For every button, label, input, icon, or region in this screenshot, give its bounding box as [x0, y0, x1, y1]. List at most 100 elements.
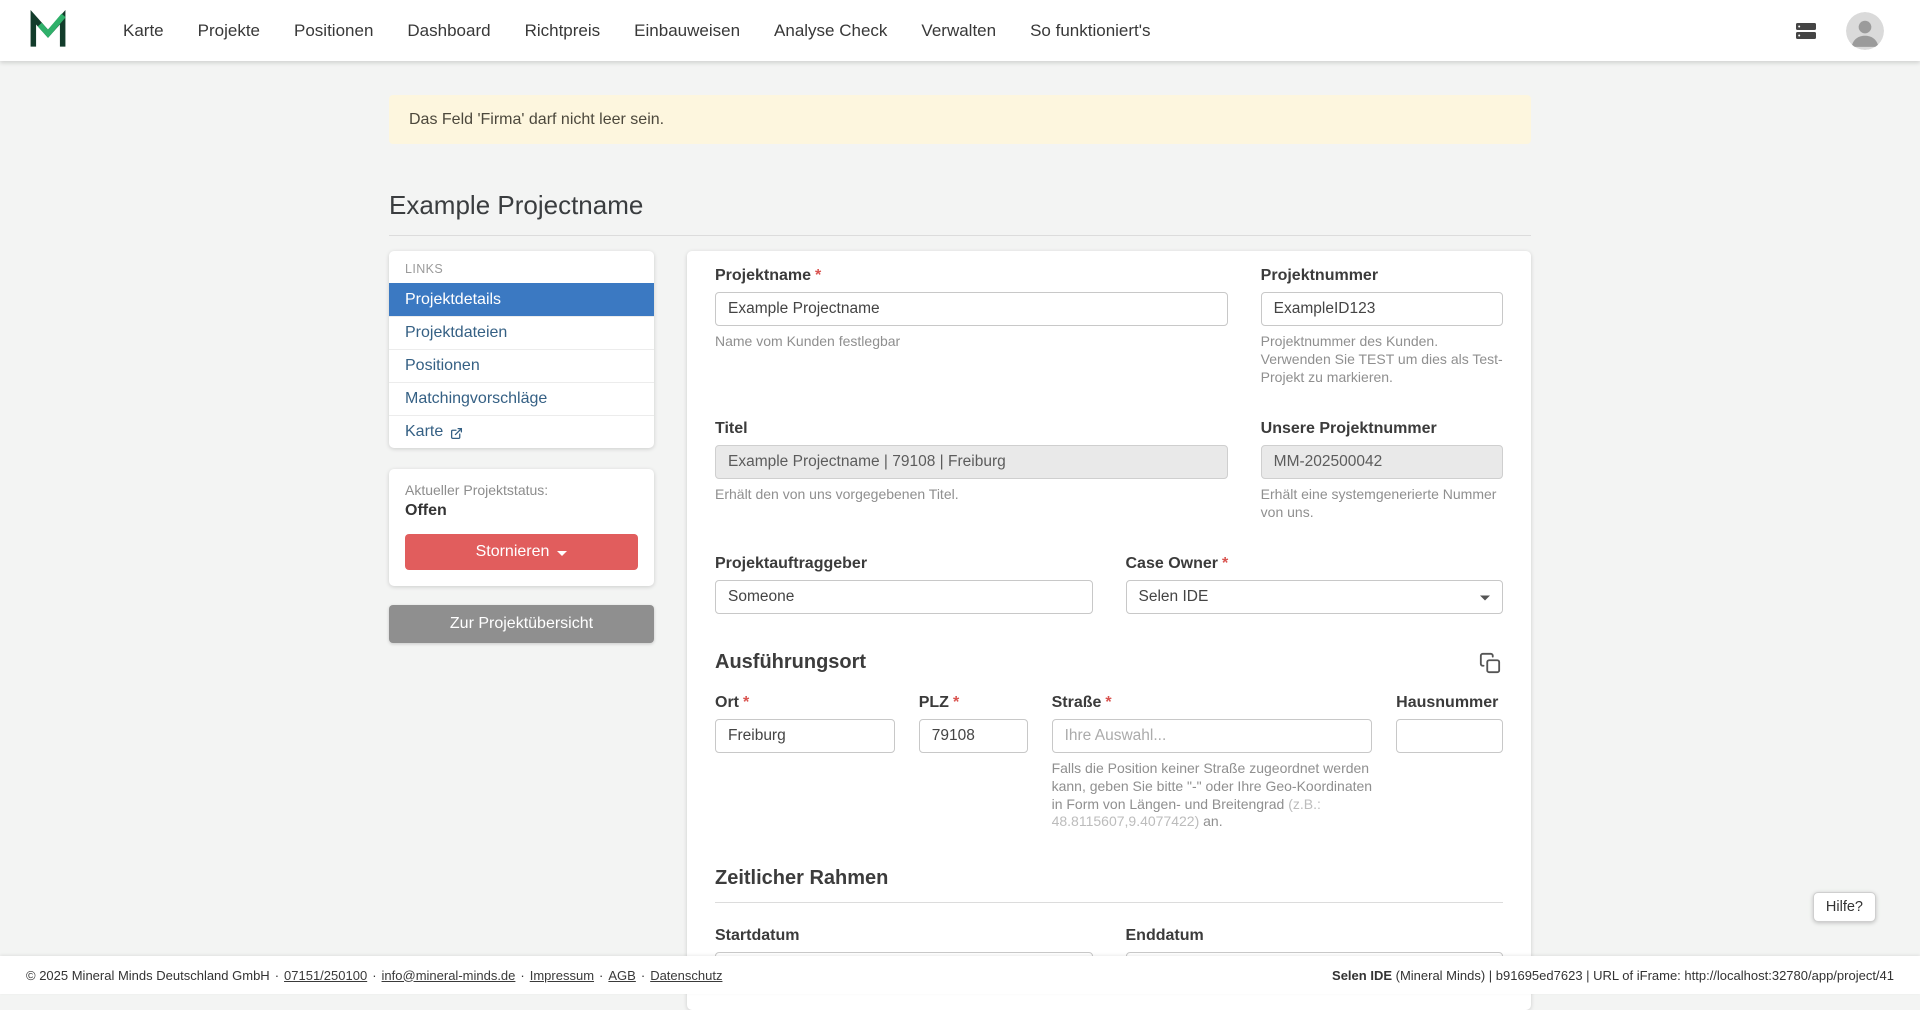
footer-separator: · [599, 968, 603, 983]
footer-left: © 2025 Mineral Minds Deutschland GmbH · 07… [26, 968, 722, 983]
section-divider [715, 902, 1503, 903]
nav-item-analyse-check[interactable]: Analyse Check [757, 13, 904, 49]
case-owner-selected-value: Selen IDE [1139, 588, 1209, 606]
status-value: Offen [405, 502, 638, 520]
projektname-label: Projektname* [715, 267, 1228, 285]
startdatum-label: Startdatum [715, 927, 1093, 945]
footer-session-details: (Mineral Minds) | b91695ed7623 | URL of … [1392, 968, 1894, 983]
stornieren-button-label: Stornieren [476, 543, 550, 561]
sidebar-item-matchingvorschlaege[interactable]: Matchingvorschläge [389, 382, 654, 415]
section-title-ausfuehrungsort: Ausführungsort [715, 651, 866, 674]
nav-item-richtpreis[interactable]: Richtpreis [508, 13, 618, 49]
help-button[interactable]: Hilfe? [1813, 892, 1876, 922]
enddatum-label: Enddatum [1126, 927, 1504, 945]
field-projektauftraggeber: Projektauftraggeber [715, 555, 1093, 614]
nav-item-karte[interactable]: Karte [106, 13, 181, 49]
required-marker: * [743, 694, 749, 711]
sidebar: LINKS Projektdetails Projektdateien Posi… [389, 251, 654, 643]
field-projektnummer: Projektnummer Projektnummer des Kunden. … [1261, 267, 1503, 387]
field-projektname: Projektname* Name vom Kunden festlegbar [715, 267, 1228, 387]
sidebar-item-positionen[interactable]: Positionen [389, 349, 654, 382]
field-ort: Ort* [715, 694, 895, 832]
mineral-minds-logo[interactable] [26, 9, 70, 53]
titel-helper: Erhält den von uns vorgegebenen Titel. [715, 486, 1228, 504]
main-content: Das Feld 'Firma' darf nicht leer sein. E… [389, 61, 1531, 1010]
project-status-card: Aktueller Projektstatus: Offen Storniere… [389, 469, 654, 586]
required-marker: * [1105, 694, 1111, 711]
footer-email-link[interactable]: info@mineral-minds.de [382, 968, 516, 983]
sidebar-item-label: Positionen [405, 357, 480, 375]
footer-copyright: © 2025 Mineral Minds Deutschland GmbH [26, 968, 270, 983]
alert-warning: Das Feld 'Firma' darf nicht leer sein. [389, 95, 1531, 144]
ort-input[interactable] [715, 719, 895, 753]
plz-input[interactable] [919, 719, 1028, 753]
projektauftraggeber-input[interactable] [715, 580, 1093, 614]
section-title-zeitlicher-rahmen: Zeitlicher Rahmen [715, 867, 1503, 890]
project-details-form: Projektname* Name vom Kunden festlegbar … [687, 251, 1531, 1010]
caret-down-icon [1480, 595, 1490, 600]
titel-input [715, 445, 1228, 479]
plz-label: PLZ* [919, 694, 1028, 712]
footer-session-info: Selen IDE (Mineral Minds) | b91695ed7623… [1332, 968, 1894, 983]
nav-item-verwalten[interactable]: Verwalten [904, 13, 1013, 49]
sidebar-item-projektdateien[interactable]: Projektdateien [389, 316, 654, 349]
footer-separator: · [641, 968, 645, 983]
projektname-helper: Name vom Kunden festlegbar [715, 333, 1228, 351]
footer-impressum-link[interactable]: Impressum [530, 968, 594, 983]
external-link-icon [450, 427, 463, 440]
required-marker: * [815, 267, 821, 284]
footer-separator: · [275, 968, 279, 983]
stornieren-button[interactable]: Stornieren [405, 534, 638, 570]
strasse-input[interactable] [1052, 719, 1373, 753]
copy-icon[interactable] [1477, 650, 1503, 676]
projektnummer-input[interactable] [1261, 292, 1503, 326]
footer-separator: · [520, 968, 524, 983]
field-hausnummer: Hausnummer [1396, 694, 1503, 832]
projektname-input[interactable] [715, 292, 1228, 326]
sidebar-links-card: LINKS Projektdetails Projektdateien Posi… [389, 251, 654, 448]
nav-item-positionen[interactable]: Positionen [277, 13, 390, 49]
projektnummer-helper: Projektnummer des Kunden. Verwenden Sie … [1261, 333, 1503, 387]
title-divider [389, 235, 1531, 236]
nav-item-projekte[interactable]: Projekte [181, 13, 277, 49]
caret-down-icon [557, 551, 567, 556]
required-marker: * [953, 694, 959, 711]
ort-label: Ort* [715, 694, 895, 712]
sidebar-links-header: LINKS [389, 251, 654, 283]
strasse-label: Straße* [1052, 694, 1373, 712]
footer: © 2025 Mineral Minds Deutschland GmbH · 07… [0, 956, 1920, 994]
avatar[interactable] [1846, 12, 1884, 50]
nav-item-so-funktionierts[interactable]: So funktioniert's [1013, 13, 1167, 49]
projektnummer-label: Projektnummer [1261, 267, 1503, 285]
field-case-owner: Case Owner* Selen IDE [1126, 555, 1504, 614]
footer-agb-link[interactable]: AGB [608, 968, 635, 983]
projektauftraggeber-label: Projektauftraggeber [715, 555, 1093, 573]
footer-phone-link[interactable]: 07151/250100 [284, 968, 367, 983]
page-title: Example Projectname [389, 190, 1531, 221]
unsere-projektnummer-label: Unsere Projektnummer [1261, 420, 1503, 438]
titel-label: Titel [715, 420, 1228, 438]
field-plz: PLZ* [919, 694, 1028, 832]
hausnummer-label: Hausnummer [1396, 694, 1503, 712]
sidebar-item-karte[interactable]: Karte [389, 415, 654, 448]
server-icon[interactable] [1792, 19, 1820, 43]
footer-user: Selen IDE [1332, 968, 1392, 983]
project-overview-button[interactable]: Zur Projektübersicht [389, 605, 654, 643]
nav-item-einbauweisen[interactable]: Einbauweisen [617, 13, 757, 49]
case-owner-label: Case Owner* [1126, 555, 1504, 573]
nav-item-dashboard[interactable]: Dashboard [390, 13, 507, 49]
sidebar-item-projektdetails[interactable]: Projektdetails [389, 283, 654, 316]
sidebar-item-label: Matchingvorschläge [405, 390, 547, 408]
field-strasse: Straße* Falls die Position keiner Straße… [1052, 694, 1373, 832]
nav-links: Karte Projekte Positionen Dashboard Rich… [106, 13, 1168, 49]
case-owner-select[interactable]: Selen IDE [1126, 580, 1504, 614]
navbar: Karte Projekte Positionen Dashboard Rich… [0, 0, 1920, 61]
unsere-projektnummer-input [1261, 445, 1503, 479]
footer-separator: · [372, 968, 376, 983]
hausnummer-input[interactable] [1396, 719, 1503, 753]
strasse-helper: Falls die Position keiner Straße zugeord… [1052, 760, 1373, 832]
required-marker: * [1222, 555, 1228, 572]
footer-datenschutz-link[interactable]: Datenschutz [650, 968, 722, 983]
field-unsere-projektnummer: Unsere Projektnummer Erhält eine systemg… [1261, 420, 1503, 522]
sidebar-item-label: Projektdateien [405, 324, 507, 342]
